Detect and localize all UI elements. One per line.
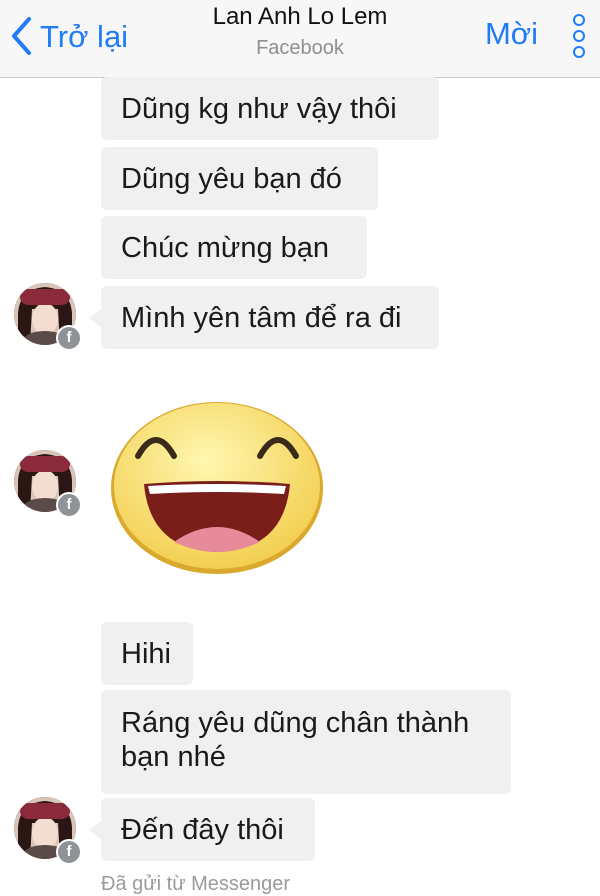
laughing-smiley-sticker[interactable]	[108, 394, 326, 574]
message-bubble[interactable]: Chúc mừng bạn	[101, 216, 367, 279]
more-dots-icon[interactable]	[572, 12, 586, 60]
message-bubble[interactable]: Hihi	[101, 622, 193, 685]
facebook-badge-icon: f	[56, 839, 82, 865]
message-bubble[interactable]: Đến đây thôi	[101, 798, 315, 861]
message-bubble[interactable]: Dũng kg như vậy thôi	[101, 77, 439, 140]
avatar[interactable]: f	[14, 797, 82, 865]
message-text: Dũng kg như vậy thôi	[121, 92, 397, 125]
sent-from-label: Đã gửi từ Messenger	[101, 873, 291, 895]
message-bubble[interactable]: Ráng yêu dũng chân thành bạn nhé	[101, 690, 511, 794]
message-text: Dũng yêu bạn đó	[121, 162, 342, 195]
bubble-tail	[89, 308, 102, 328]
avatar[interactable]: f	[14, 283, 82, 351]
facebook-badge-icon: f	[56, 325, 82, 351]
invite-button[interactable]: Mời	[485, 16, 538, 52]
message-bubble[interactable]: Dũng yêu bạn đó	[101, 147, 378, 210]
navigation-bar: Trở lại Lan Anh Lo Lem Facebook Mời	[0, 0, 600, 78]
message-text: Hihi	[121, 637, 171, 670]
avatar[interactable]: f	[14, 450, 82, 518]
message-bubble[interactable]: Mình yên tâm để ra đi	[101, 286, 439, 349]
message-text: Ráng yêu dũng chân thành bạn nhé	[121, 707, 470, 773]
message-text: Đến đây thôi	[121, 813, 284, 846]
facebook-badge-icon: f	[56, 492, 82, 518]
bubble-tail	[89, 820, 102, 840]
message-text: Chúc mừng bạn	[121, 231, 330, 264]
message-text: Mình yên tâm để ra đi	[121, 301, 402, 334]
